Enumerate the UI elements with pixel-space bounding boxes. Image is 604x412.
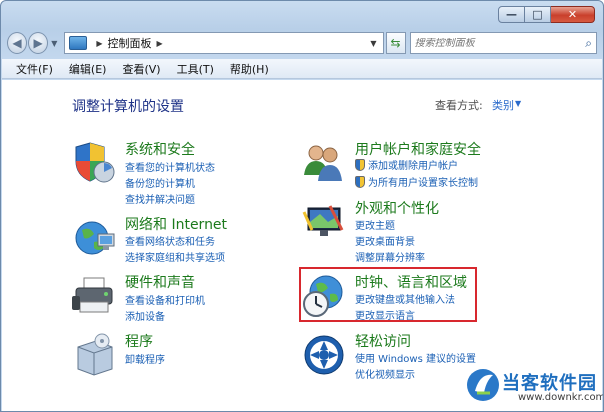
menu-tools[interactable]: 工具(T): [169, 61, 222, 77]
menu-help[interactable]: 帮助(H): [222, 61, 277, 77]
link-optimize-display[interactable]: 优化视频显示: [355, 366, 415, 381]
maximize-button[interactable]: □: [525, 6, 551, 23]
recent-pages-dropdown-icon[interactable]: ▼: [51, 39, 57, 48]
menu-view[interactable]: 查看(V): [114, 61, 168, 77]
menu-file[interactable]: 文件(F): [8, 61, 61, 77]
link-text[interactable]: 为所有用户设置家长控制: [368, 178, 478, 189]
link-homegroup-sharing[interactable]: 选择家庭组和共享选项: [125, 249, 225, 264]
address-row: ◀ ▶ ▼ ▶ 控制面板 ▶ ▼ ⇆ ⌕: [7, 30, 597, 56]
breadcrumb-arrow-icon[interactable]: ▶: [96, 39, 102, 48]
category-title-ease[interactable]: 轻松访问: [355, 331, 411, 351]
control-panel-icon: [69, 36, 88, 50]
menu-bar: 文件(F) 编辑(E) 查看(V) 工具(T) 帮助(H): [2, 59, 602, 79]
highlight-annotation-box: [299, 267, 477, 322]
printer-icon: [72, 277, 113, 313]
link-backup-computer[interactable]: 备份您的计算机: [125, 175, 195, 190]
link-parental-controls[interactable]: 为所有用户设置家长控制: [355, 174, 478, 189]
link-add-remove-users[interactable]: 添加或删除用户帐户: [355, 157, 458, 172]
watermark-url: www.downkr.com: [518, 392, 604, 403]
link-devices-printers[interactable]: 查看设备和打印机: [125, 292, 205, 307]
refresh-icon: ⇆: [390, 36, 401, 50]
category-title-system[interactable]: 系统和安全: [125, 139, 195, 159]
users-icon: [304, 145, 342, 181]
caption-buttons: — □ ✕: [498, 6, 595, 23]
search-icon[interactable]: ⌕: [585, 36, 592, 51]
category-title-hardware[interactable]: 硬件和声音: [125, 272, 195, 292]
view-by-dropdown[interactable]: 类别: [492, 97, 514, 113]
page-title: 调整计算机的设置: [72, 99, 184, 115]
category-title-user[interactable]: 用户帐户和家庭安全: [355, 139, 481, 159]
monitor-paint-icon: [302, 205, 344, 236]
link-uninstall-program[interactable]: 卸载程序: [125, 351, 165, 366]
close-button[interactable]: ✕: [551, 6, 595, 23]
category-title-appearance[interactable]: 外观和个性化: [355, 198, 439, 218]
view-by-label: 查看方式:: [435, 99, 483, 112]
minimize-button[interactable]: —: [498, 6, 525, 23]
address-dropdown-icon[interactable]: ▼: [370, 39, 376, 48]
search-input[interactable]: [414, 37, 586, 49]
uac-shield-icon: [355, 159, 365, 171]
back-button[interactable]: ◀: [7, 32, 28, 54]
ease-of-access-icon: [304, 335, 344, 375]
link-network-status[interactable]: 查看网络状态和任务: [125, 233, 215, 248]
programs-box-icon: [77, 333, 113, 376]
forward-arrow-icon: ▶: [33, 36, 43, 50]
view-by-chevron-icon[interactable]: ▼: [515, 99, 521, 108]
address-bar[interactable]: ▶ 控制面板 ▶ ▼: [64, 32, 384, 54]
link-change-theme[interactable]: 更改主题: [355, 217, 395, 232]
category-title-programs[interactable]: 程序: [125, 331, 153, 351]
breadcrumb-control-panel[interactable]: 控制面板: [108, 35, 152, 51]
link-desktop-background[interactable]: 更改桌面背景: [355, 233, 415, 248]
shield-icon: [75, 142, 115, 183]
logo-mark-icon: [467, 369, 499, 401]
control-panel-window: — □ ✕ ◀ ▶ ▼ ▶ 控制面板 ▶ ▼ ⇆ ⌕ 文件(F) 编辑(E) 查…: [0, 0, 604, 412]
menu-edit[interactable]: 编辑(E): [61, 61, 115, 77]
link-screen-resolution[interactable]: 调整屏幕分辨率: [355, 249, 425, 264]
link-recommended-settings[interactable]: 使用 Windows 建议的设置: [355, 350, 476, 365]
link-troubleshoot[interactable]: 查找并解决问题: [125, 191, 195, 206]
uac-shield-icon: [355, 176, 365, 188]
search-box[interactable]: ⌕: [409, 32, 597, 54]
content-area: 调整计算机的设置 查看方式: 类别 ▼ 系统和安全 查看您的计算机状态 备份您的…: [2, 80, 603, 411]
category-title-network[interactable]: 网络和 Internet: [125, 214, 227, 234]
link-text[interactable]: 添加或删除用户帐户: [368, 161, 458, 172]
link-add-device[interactable]: 添加设备: [125, 308, 165, 323]
network-globe-icon: [75, 221, 115, 255]
watermark-logo: 当客软件园 www.downkr.com: [466, 365, 603, 411]
back-arrow-icon: ◀: [12, 36, 22, 50]
link-view-computer-status[interactable]: 查看您的计算机状态: [125, 159, 215, 174]
forward-button[interactable]: ▶: [28, 32, 49, 54]
breadcrumb-arrow-icon[interactable]: ▶: [157, 39, 163, 48]
refresh-button[interactable]: ⇆: [385, 32, 406, 54]
